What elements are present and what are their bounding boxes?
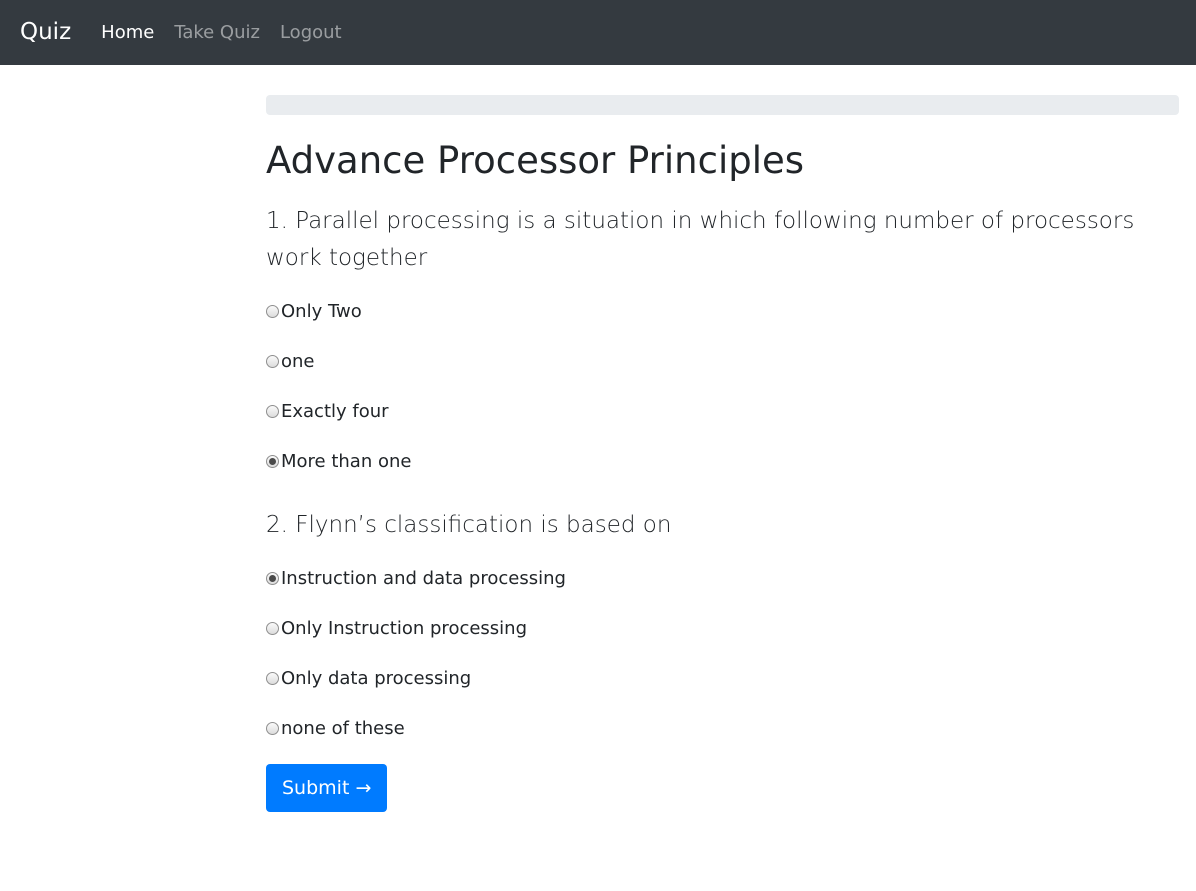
navbar-brand[interactable]: Quiz	[20, 21, 71, 44]
option-label: Instruction and data processing	[281, 568, 566, 590]
answer-options: Only Two one Exactly four More than one	[266, 299, 1179, 475]
nav-link-home[interactable]: Home	[101, 23, 154, 42]
option-label: Only Two	[281, 301, 362, 323]
option-label: More than one	[281, 451, 412, 473]
answer-option[interactable]: Only Two	[266, 299, 1179, 325]
question-text: 2. Flynn’s classification is based on	[266, 511, 672, 538]
quiz-content: Advance Processor Principles 1. Parallel…	[266, 95, 1179, 812]
progress-bar	[266, 95, 1179, 115]
nav-link-take-quiz[interactable]: Take Quiz	[174, 23, 260, 42]
option-label: none of these	[281, 718, 405, 740]
radio-button[interactable]	[266, 455, 279, 469]
navbar: Quiz Home Take Quiz Logout	[0, 0, 1196, 65]
nav-link-logout[interactable]: Logout	[280, 23, 342, 42]
option-label: Exactly four	[281, 401, 389, 423]
radio-button[interactable]	[266, 405, 279, 419]
answer-option[interactable]: one	[266, 349, 1179, 375]
answer-option[interactable]: Instruction and data processing	[266, 566, 1179, 592]
answer-option[interactable]: none of these	[266, 716, 1179, 742]
question-1: 1. Parallel processing is a situation in…	[266, 203, 1179, 475]
submit-button[interactable]: Submit →	[266, 763, 388, 812]
radio-button[interactable]	[266, 305, 279, 319]
answer-options: Instruction and data processing Only Ins…	[266, 566, 1179, 742]
answer-option[interactable]: Exactly four	[266, 399, 1179, 425]
question-2: 2. Flynn’s classification is based on In…	[266, 507, 1179, 742]
answer-option[interactable]: Only Instruction processing	[266, 616, 1179, 642]
question-text: 1. Parallel processing is a situation in…	[266, 208, 1135, 272]
radio-button[interactable]	[266, 622, 279, 636]
radio-button[interactable]	[266, 572, 279, 586]
answer-option[interactable]: Only data processing	[266, 666, 1179, 692]
option-label: Only Instruction processing	[281, 618, 528, 640]
radio-button[interactable]	[266, 355, 279, 369]
radio-button[interactable]	[266, 672, 279, 686]
option-label: one	[281, 351, 315, 373]
answer-option[interactable]: More than one	[266, 449, 1179, 475]
radio-button[interactable]	[266, 722, 279, 736]
option-label: Only data processing	[281, 668, 472, 690]
page-title: Advance Processor Principles	[266, 139, 805, 182]
